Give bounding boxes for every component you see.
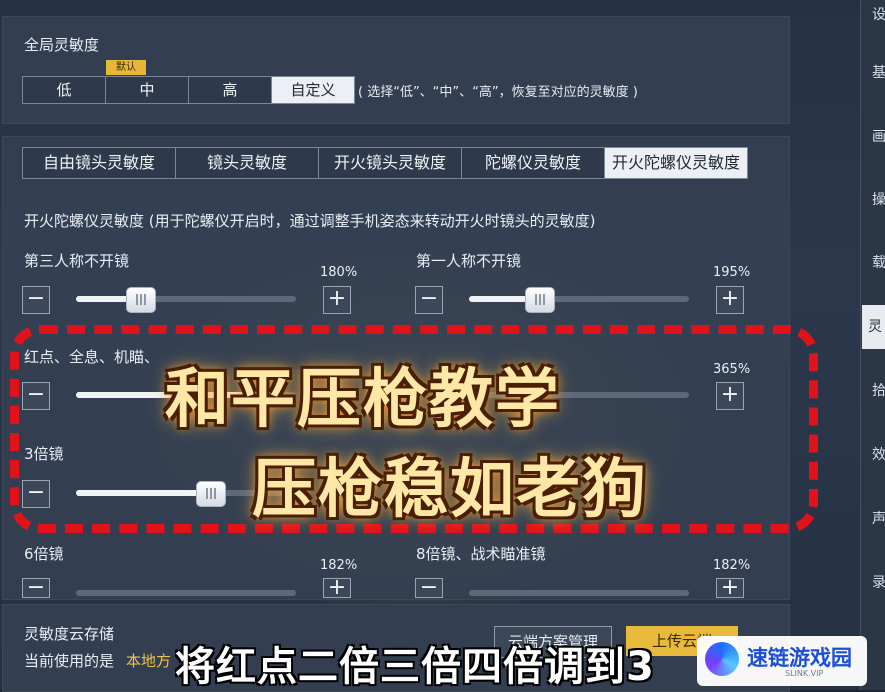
option-high[interactable]: 高 xyxy=(189,77,272,103)
side-nav-item[interactable]: 载 xyxy=(872,252,885,272)
tab-camera[interactable]: 镜头灵敏度 xyxy=(176,148,319,178)
cloud-storage-title: 灵敏度云存储 xyxy=(24,625,115,643)
slider-label: 8倍镜、战术瞄准镜 xyxy=(416,545,546,563)
global-sensitivity-title: 全局灵敏度 xyxy=(24,36,100,54)
side-nav-item[interactable]: 基 xyxy=(872,62,885,82)
tab-free-camera[interactable]: 自由镜头灵敏度 xyxy=(23,148,176,178)
side-nav-item[interactable]: 录 xyxy=(872,572,885,592)
slider-label: 第一人称不开镜 xyxy=(416,252,522,270)
slider-track[interactable] xyxy=(469,287,689,313)
logo-icon xyxy=(705,642,739,676)
option-custom[interactable]: 自定义 xyxy=(272,77,354,103)
slider-value: 195% xyxy=(713,265,751,280)
slider-track[interactable] xyxy=(76,287,296,313)
overlay-title-line1: 和平压枪教学 xyxy=(165,363,561,437)
watermark-logo: 速链游戏园 SLINK.VIP xyxy=(697,636,867,686)
slider-value: 182% xyxy=(320,558,358,573)
slider-track[interactable] xyxy=(469,590,689,596)
option-medium[interactable]: 中 xyxy=(106,77,189,103)
side-nav-item[interactable]: 设 xyxy=(872,4,885,24)
section-description: 开火陀螺仪灵敏度 (用于陀螺仪开启时，通过调整手机姿态来转动开火时镜头的灵敏度) xyxy=(24,212,596,230)
overlay-title-line2: 压枪稳如老狗 xyxy=(252,453,648,527)
minus-button[interactable]: − xyxy=(415,577,443,599)
side-nav-item[interactable]: 画 xyxy=(872,126,885,146)
watermark-name: 速链游戏园 xyxy=(747,646,852,670)
minus-button[interactable]: − xyxy=(415,286,443,314)
slider-track[interactable] xyxy=(76,590,296,596)
watermark-sub: SLINK.VIP xyxy=(785,669,824,678)
global-hint: ( 选择“低”、“中”、“高”，恢复至对应的灵敏度 ) xyxy=(358,85,638,100)
option-low[interactable]: 低 xyxy=(23,77,106,103)
default-badge: 默认 xyxy=(106,60,146,75)
slider-value: 180% xyxy=(320,265,358,280)
slider-thumb[interactable] xyxy=(525,287,555,313)
plus-button[interactable]: + xyxy=(323,286,351,314)
tab-fire-gyro[interactable]: 开火陀螺仪灵敏度 xyxy=(605,148,747,178)
minus-button[interactable]: − xyxy=(22,577,50,599)
tab-fire-camera[interactable]: 开火镜头灵敏度 xyxy=(319,148,462,178)
video-subtitle: 将红点二倍三倍四倍调到3 xyxy=(175,644,655,690)
side-nav-item[interactable]: 操 xyxy=(872,189,885,209)
global-sensitivity-selector: 低 中 高 自定义 xyxy=(22,76,355,104)
slider-label: 第三人称不开镜 xyxy=(24,252,130,270)
side-nav-item[interactable]: 效 xyxy=(872,444,885,464)
tab-gyro[interactable]: 陀螺仪灵敏度 xyxy=(462,148,605,178)
cloud-current-prefix: 当前使用的是 xyxy=(24,652,115,670)
minus-button[interactable]: − xyxy=(22,286,50,314)
sensitivity-tabs: 自由镜头灵敏度 镜头灵敏度 开火镜头灵敏度 陀螺仪灵敏度 开火陀螺仪灵敏度 xyxy=(22,147,748,179)
slider-thumb[interactable] xyxy=(126,287,156,313)
slider-value: 182% xyxy=(713,558,751,573)
plus-button[interactable]: + xyxy=(716,286,744,314)
plus-button[interactable]: + xyxy=(716,577,744,599)
side-nav-item[interactable]: 拾 xyxy=(872,380,885,400)
slider-label: 6倍镜 xyxy=(24,545,64,563)
plus-button[interactable]: + xyxy=(323,577,351,599)
side-nav-item-sensitivity[interactable]: 灵敏 xyxy=(868,316,882,336)
side-nav-item[interactable]: 声 xyxy=(872,508,885,528)
cloud-current-value: 本地方 xyxy=(126,652,172,670)
